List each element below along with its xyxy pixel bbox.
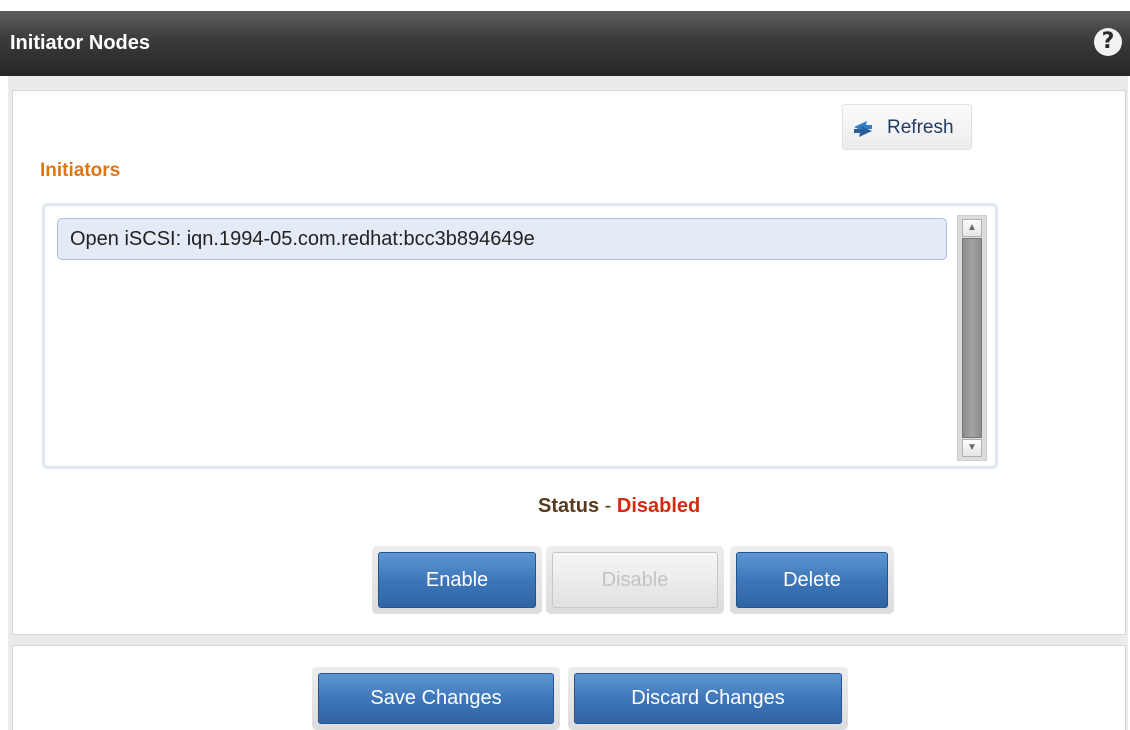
list-item[interactable]: Open iSCSI: iqn.1994-05.com.redhat:bcc3b… xyxy=(57,218,947,260)
help-icon[interactable]: ? xyxy=(1094,28,1122,56)
status-label: Status xyxy=(538,495,600,517)
refresh-label: Refresh xyxy=(887,117,954,138)
scroll-down-arrow-icon[interactable]: ▼ xyxy=(962,439,982,457)
disable-button[interactable]: Disable xyxy=(552,552,718,608)
page-title: Initiator Nodes xyxy=(10,32,151,54)
save-changes-button[interactable]: Save Changes xyxy=(318,673,554,724)
enable-button-frame: Enable xyxy=(372,546,542,614)
status-line: Status - Disabled xyxy=(538,495,700,518)
scrollbar-thumb[interactable] xyxy=(962,238,982,438)
enable-button[interactable]: Enable xyxy=(378,552,536,608)
save-button-frame: Save Changes xyxy=(312,667,560,730)
disable-button-frame: Disable xyxy=(546,546,724,614)
initiators-heading: Initiators xyxy=(40,160,121,181)
delete-button-frame: Delete xyxy=(730,546,894,614)
status-separator: - xyxy=(599,495,617,517)
status-value: Disabled xyxy=(616,495,701,517)
refresh-icon xyxy=(854,121,872,137)
discard-button-frame: Discard Changes xyxy=(568,667,848,730)
delete-button[interactable]: Delete xyxy=(736,552,888,608)
title-bar: Initiator Nodes ? xyxy=(0,11,1130,76)
discard-changes-button[interactable]: Discard Changes xyxy=(574,673,842,724)
initiators-listbox[interactable]: Open iSCSI: iqn.1994-05.com.redhat:bcc3b… xyxy=(42,203,998,469)
refresh-button[interactable]: Refresh xyxy=(842,104,972,150)
listbox-scrollbar[interactable]: ▲ ▼ xyxy=(957,215,987,461)
scroll-up-arrow-icon[interactable]: ▲ xyxy=(962,219,982,237)
